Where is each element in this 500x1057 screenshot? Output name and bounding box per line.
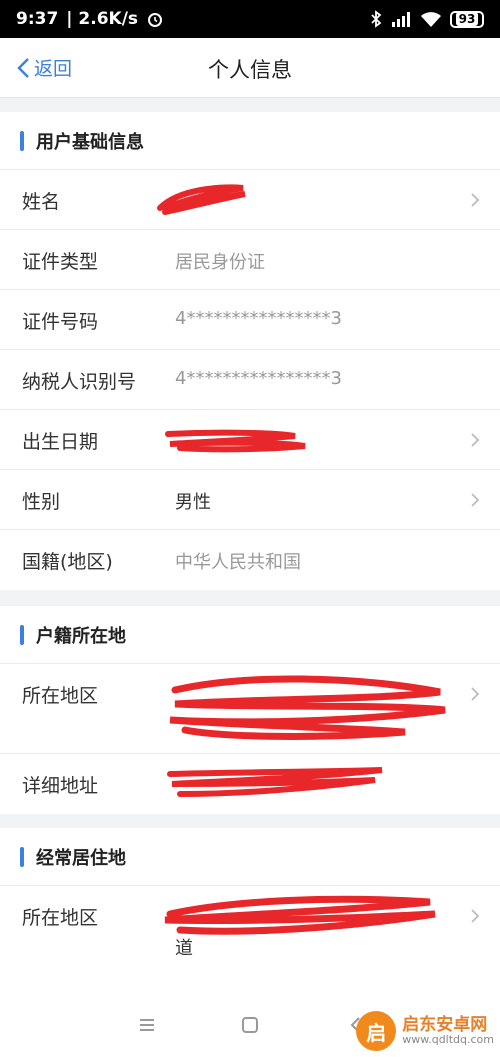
household-section: 户籍所在地 所在地区 详细地址: [0, 606, 500, 814]
section-title: 经常居住地: [36, 847, 126, 869]
row-address[interactable]: 详细地址: [0, 754, 500, 814]
battery-icon: 93: [450, 10, 484, 28]
row-value: 道: [175, 938, 193, 959]
watermark-name: 启东安卓网: [402, 1014, 488, 1035]
redaction-scribble: [164, 895, 436, 935]
row-label: 证件类型: [22, 251, 99, 273]
row-label: 证件号码: [22, 311, 99, 333]
status-speed: | 2.6K/s: [66, 9, 139, 29]
row-label: 纳税人识别号: [22, 371, 137, 393]
basic-info-section: 用户基础信息 姓名 证件类型 居民身份证 证件号码 4*************…: [0, 112, 500, 590]
section-accent-bar: [20, 130, 24, 151]
row-value: 4****************3: [175, 368, 342, 389]
section-accent-bar: [20, 846, 24, 867]
row-taxpayer-id: 纳税人识别号 4****************3: [0, 350, 500, 410]
redaction-scribble: [169, 675, 446, 740]
row-value: 男性: [175, 492, 211, 513]
chevron-right-icon: [471, 687, 480, 701]
redaction-scribble: [165, 429, 306, 453]
row-label: 出生日期: [22, 431, 99, 453]
chevron-right-icon: [471, 193, 480, 207]
row-region[interactable]: 所在地区: [0, 664, 500, 754]
chevron-right-icon: [471, 909, 480, 923]
watermark-url: www.qdltdq.com: [402, 1033, 494, 1047]
row-id-number: 证件号码 4****************3: [0, 290, 500, 350]
redaction-scribble: [157, 184, 246, 215]
residence-section: 经常居住地 所在地区 道: [0, 828, 500, 1000]
row-label: 性别: [22, 491, 61, 513]
wifi-icon: [421, 12, 441, 27]
section-accent-bar: [20, 624, 24, 645]
status-time: 9:37: [16, 9, 59, 29]
row-value: 中华人民共和国: [175, 552, 301, 573]
section-title: 户籍所在地: [36, 625, 126, 647]
section-header: 经常居住地: [0, 828, 500, 886]
row-name[interactable]: 姓名: [0, 170, 500, 230]
chevron-right-icon: [471, 433, 480, 447]
section-header: 户籍所在地: [0, 606, 500, 664]
chevron-right-icon: [471, 493, 480, 507]
signal-icon: [392, 12, 410, 27]
section-title: 用户基础信息: [36, 131, 144, 153]
row-label: 所在地区: [22, 685, 99, 707]
system-nav-bar: 启 启东安卓网 www.qdltdq.com: [0, 1000, 500, 1057]
watermark-logo: 启: [356, 1011, 397, 1051]
watermark: 启 启东安卓网 www.qdltdq.com: [356, 1011, 494, 1051]
status-bar: 9:37 | 2.6K/s 93: [0, 0, 500, 38]
row-label: 国籍(地区): [22, 551, 113, 573]
section-header: 用户基础信息: [0, 112, 500, 170]
row-nationality: 国籍(地区) 中华人民共和国: [0, 530, 500, 590]
row-value: 居民身份证: [175, 252, 265, 273]
home-icon[interactable]: [241, 1016, 259, 1034]
bluetooth-icon: [371, 10, 382, 28]
row-label: 详细地址: [22, 775, 99, 797]
redaction-scribble: [167, 767, 383, 797]
row-label: 所在地区: [22, 907, 99, 929]
nav-bar: 返回 个人信息: [0, 38, 500, 98]
menu-icon[interactable]: [138, 1016, 156, 1034]
row-birth-date[interactable]: 出生日期: [0, 410, 500, 470]
row-region[interactable]: 所在地区 道: [0, 886, 500, 1000]
alarm-icon: [148, 13, 163, 27]
row-label: 姓名: [22, 191, 61, 213]
row-value: 4****************3: [175, 308, 342, 329]
page-title: 个人信息: [208, 58, 292, 82]
row-gender[interactable]: 性别 男性: [0, 470, 500, 530]
row-id-type: 证件类型 居民身份证: [0, 230, 500, 290]
